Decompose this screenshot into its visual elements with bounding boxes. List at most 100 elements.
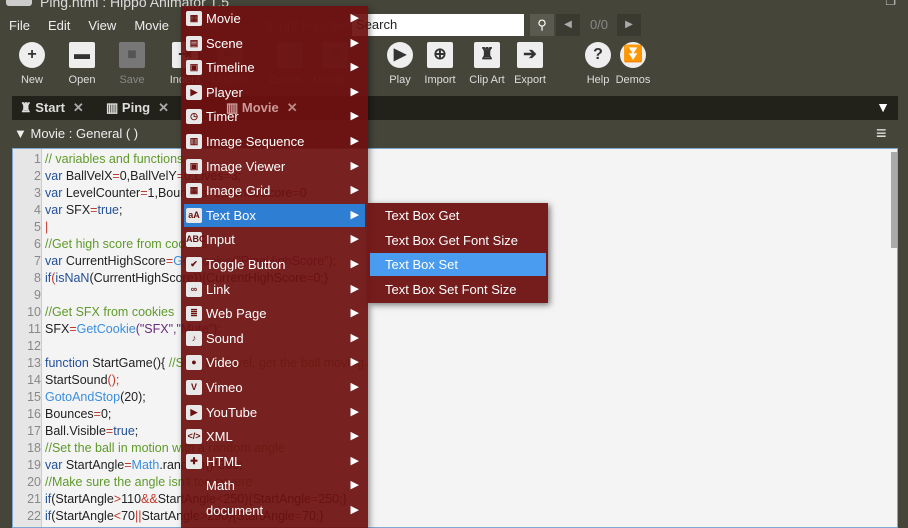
menu-item-label: Movie [206,11,241,26]
code-line: 16 Bounces=0; [13,406,893,423]
code-token: GotoAndStop [45,390,121,404]
submenu-item-text-box-set[interactable]: Text Box Set [370,253,546,277]
line-number: 16 [27,407,41,421]
search-icon[interactable]: ⚲ [530,14,554,36]
menu-item-label: Math [206,478,235,494]
film-icon: ▥ [226,100,242,115]
submenu-arrow-icon: ▶ [350,184,359,197]
toolbar-demos-button[interactable]: ⏬ Demos [608,42,658,86]
toolbar-label: New [20,74,43,86]
line-number: 8 [34,271,41,285]
xml-icon: </> [186,429,202,445]
code-token: var [45,186,66,200]
code-token: SFX [65,203,91,217]
menu-item-movie[interactable]: ▦ Movie ▶ [184,7,365,30]
submenu-arrow-icon: ▶ [350,282,359,295]
section-header[interactable]: ▼ Movie : General ( ) [14,126,138,141]
line-number: 10 [27,305,41,319]
next-result-icon[interactable]: ▶ [617,14,641,36]
code-line: 17 Ball.Visible=true; [13,423,893,440]
toolbar-save-button[interactable]: ■ Save [107,42,157,86]
menu-item-video[interactable]: ● Video ▶ [184,351,365,374]
submenu-arrow-icon: ▶ [350,454,359,467]
menu-item-document[interactable]: document ▶ [184,499,365,522]
code-token: true [97,203,120,217]
code-line: 13function StartGame(){ //Start the leve… [13,355,893,372]
toolbar-export-button[interactable]: ➔ Export [505,42,555,86]
menu-item-vimeo[interactable]: V Vimeo ▶ [184,376,365,399]
film-icon: ▦ [186,11,202,26]
submenu-arrow-icon: ▶ [350,307,359,320]
code-token: = [112,169,120,183]
export-icon: ➔ [517,42,543,68]
line-number: 22 [27,509,41,523]
code-line: 15 GotoAndStop(20); [13,389,893,406]
prev-result-icon[interactable]: ◀ [556,14,580,36]
toolbar-new-button[interactable]: + New [7,42,57,86]
close-icon[interactable]: ✕ [73,100,84,115]
close-icon[interactable]: ✕ [158,100,169,115]
menu-item-text-box[interactable]: aA Text Box ▶ [184,203,365,227]
tab-movie[interactable]: ▥ Movie ✕ [226,100,298,116]
menu-item-toggle-button[interactable]: ✔ Toggle Button ▶ [184,253,365,276]
input-icon: ABC [186,232,206,248]
search-count: 0/0 [589,17,609,32]
code-line: 19var StartAngle=Math.random()*360; [13,457,893,474]
code-line: 22if(StartAngle<70||StartAngle>290){Star… [13,508,893,525]
code-line: 1 // variables and functions [13,151,893,168]
plus-circle-icon: + [19,42,45,68]
menu-file[interactable]: File [0,14,39,38]
tab-ping[interactable]: ▥ Ping ✕ [106,100,169,116]
import-icon: ⊕ [427,42,453,68]
menu-item-xml[interactable]: </> XML ▶ [184,425,365,448]
menu-edit[interactable]: Edit [39,14,79,38]
submenu-item-text-box-get[interactable]: Text Box Get [370,204,546,227]
submenu-arrow-icon: ▶ [350,135,359,147]
submenu-arrow-icon: ▶ [350,331,359,344]
menu-item-scene[interactable]: ▤ Scene ▶ [184,32,365,55]
code-token: < [113,509,122,523]
tab-dropdown-icon[interactable]: ▼ [876,99,890,115]
code-token: = [69,322,77,336]
submenu-item-text-box-set-font-size[interactable]: Text Box Set Font Size [370,278,546,301]
code-token: 110 [121,492,142,506]
menu-view[interactable]: View [79,14,125,38]
menu-item-math[interactable]: Math ▶ [184,474,365,497]
menu-item-image-grid[interactable]: ▦ Image Grid ▶ [184,179,365,202]
code-token: > [113,492,122,506]
menu-item-web-page[interactable]: ≣ Web Page ▶ [184,302,365,325]
menu-item-link[interactable]: ∞ Link ▶ [184,278,365,301]
toolbar-label: Import [424,74,456,86]
code-line: 12 [13,338,893,355]
music-note-icon: ♪ [186,330,202,346]
code-line: 20//Make sure the angle isn't too severe [13,474,893,491]
toolbar-import-button[interactable]: ⊕ Import [415,42,465,86]
hamburger-menu-icon[interactable]: ≡ [876,124,887,142]
menu-item-input[interactable]: ABC Input ▶ [184,228,365,251]
submenu-arrow-icon: ▶ [350,233,359,246]
close-icon[interactable]: ✕ [287,100,298,115]
submenu-item-text-box-get-font-size[interactable]: Text Box Get Font Size [370,229,546,252]
menu-item-timeline[interactable]: ▣ Timeline ▶ [184,56,365,79]
maximize-icon[interactable]: ❐ [885,0,896,8]
menu-movie[interactable]: Movie [125,14,178,38]
link-icon: ∞ [186,281,202,297]
submenu-arrow-icon: ▶ [350,110,359,123]
vimeo-icon: V [186,380,202,395]
scrollbar-thumb[interactable] [891,152,897,248]
tab-start[interactable]: ♜ Start ✕ [20,100,84,116]
line-number: 4 [34,203,41,217]
search-input[interactable]: Search [352,14,524,36]
menu-item-image-viewer[interactable]: ▣ Image Viewer ▶ [184,155,365,178]
menu-item-label: Text Box [206,207,256,223]
code-line: 11 SFX=GetCookie("SFX","Mute"); [13,321,893,338]
menu-item-html[interactable]: ✚ HTML ▶ [184,450,365,473]
tab-label: Start [35,100,65,115]
menu-item-image-sequence[interactable]: ▥ Image Sequence ▶ [184,130,365,153]
menu-item-youtube[interactable]: ▶ YouTube ▶ [184,401,365,424]
code-token: GetCookie [76,322,136,336]
tab-bar: ♜ Start ✕ ▥ Ping ✕ ▥ Movie ✕ ▼ [12,96,898,120]
menu-item-sound[interactable]: ♪ Sound ▶ [184,327,365,350]
line-number: 20 [27,475,41,489]
toolbar-open-button[interactable]: ▬ Open [57,42,107,86]
